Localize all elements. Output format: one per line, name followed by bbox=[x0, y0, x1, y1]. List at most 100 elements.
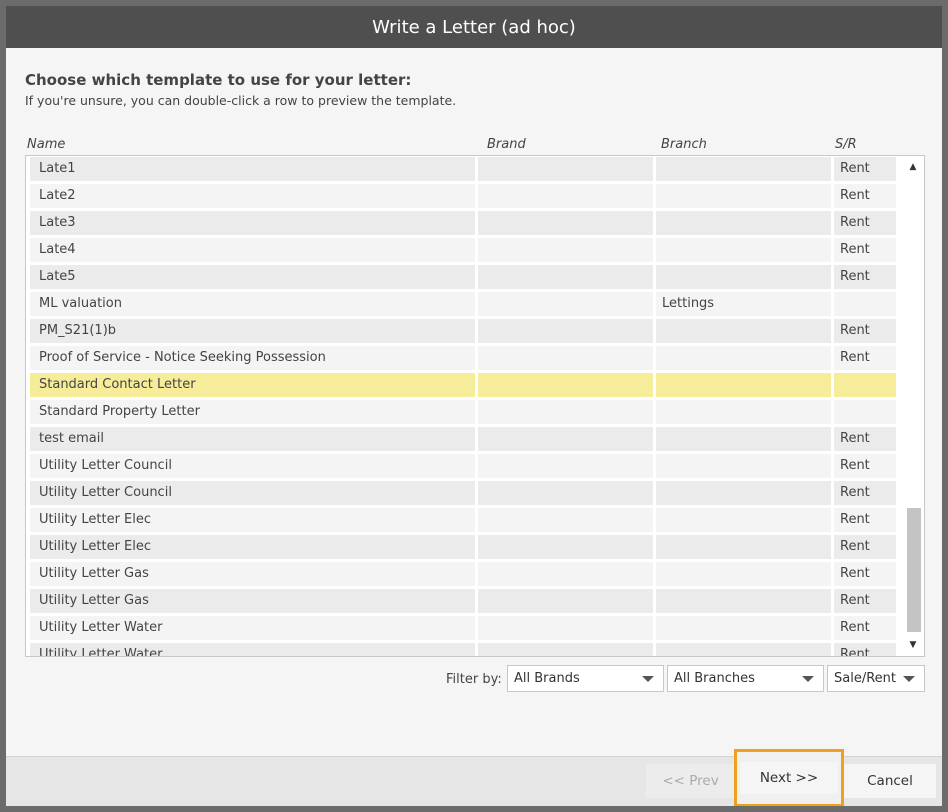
cell-name: Utility Letter Elec bbox=[30, 508, 475, 532]
cell-name: Utility Letter Council bbox=[30, 481, 475, 505]
cell-branch bbox=[656, 211, 831, 235]
cell-sr: Rent bbox=[834, 616, 896, 640]
cell-sr: Rent bbox=[834, 184, 896, 208]
cell-branch bbox=[656, 589, 831, 613]
column-header-name[interactable]: Name bbox=[27, 137, 65, 152]
cell-sr: Rent bbox=[834, 643, 896, 656]
cell-brand bbox=[478, 157, 653, 181]
cell-name: Proof of Service - Notice Seeking Posses… bbox=[30, 346, 475, 370]
table-row[interactable]: Utility Letter Council Rent bbox=[26, 480, 903, 507]
cell-name: Utility Letter Council bbox=[30, 454, 475, 478]
brand-filter-select[interactable]: All Brands bbox=[507, 665, 664, 692]
chevron-down-icon bbox=[802, 676, 814, 682]
cancel-button[interactable]: Cancel bbox=[844, 764, 936, 798]
cell-branch: Lettings bbox=[656, 292, 831, 316]
instruction-subheading: If you're unsure, you can double-click a… bbox=[25, 93, 457, 108]
scroll-up-icon[interactable]: ▲ bbox=[902, 156, 924, 178]
prev-button[interactable]: << Prev bbox=[646, 764, 735, 798]
filter-label: Filter by: bbox=[446, 672, 502, 687]
cell-branch bbox=[656, 238, 831, 262]
cell-brand bbox=[478, 184, 653, 208]
cell-name: Utility Letter Elec bbox=[30, 535, 475, 559]
cell-sr: Rent bbox=[834, 589, 896, 613]
branch-filter-value: All Branches bbox=[674, 671, 755, 686]
table-row[interactable]: Proof of Service - Notice Seeking Posses… bbox=[26, 345, 903, 372]
cell-branch bbox=[656, 346, 831, 370]
sale-rent-filter-value: Sale/Rent bbox=[834, 671, 896, 686]
scroll-down-icon[interactable]: ▼ bbox=[902, 634, 924, 656]
cell-branch bbox=[656, 481, 831, 505]
column-header-sr[interactable]: S/R bbox=[835, 137, 857, 152]
cell-brand bbox=[478, 211, 653, 235]
table-row[interactable]: Late2 Rent bbox=[26, 183, 903, 210]
cell-branch bbox=[656, 157, 831, 181]
table-row[interactable]: Standard Property Letter bbox=[26, 399, 903, 426]
cell-name: Standard Contact Letter bbox=[30, 373, 475, 397]
cell-brand bbox=[478, 616, 653, 640]
cell-branch bbox=[656, 265, 831, 289]
column-header-branch[interactable]: Branch bbox=[661, 137, 707, 152]
next-button-label: Next >> bbox=[739, 762, 839, 794]
table-row[interactable]: Late3 Rent bbox=[26, 210, 903, 237]
chevron-down-icon bbox=[903, 676, 915, 682]
cell-sr bbox=[834, 292, 896, 316]
cell-name: Utility Letter Gas bbox=[30, 589, 475, 613]
scroll-thumb[interactable] bbox=[907, 508, 921, 632]
cell-branch bbox=[656, 616, 831, 640]
cell-brand bbox=[478, 589, 653, 613]
sale-rent-filter-select[interactable]: Sale/Rent bbox=[827, 665, 925, 692]
table-row[interactable]: Utility Letter Elec Rent bbox=[26, 507, 903, 534]
cell-sr: Rent bbox=[834, 454, 896, 478]
table-row[interactable]: Utility Letter Gas Rent bbox=[26, 588, 903, 615]
cell-name: Standard Property Letter bbox=[30, 400, 475, 424]
table-row[interactable]: Utility Letter Elec Rent bbox=[26, 534, 903, 561]
template-rows: Late1 Rent Late2 Rent Late3 Rent Late4 Rent Late… bbox=[26, 156, 903, 656]
column-header-brand[interactable]: Brand bbox=[487, 137, 526, 152]
dialog-title: Write a Letter (ad hoc) bbox=[6, 6, 942, 48]
branch-filter-select[interactable]: All Branches bbox=[667, 665, 824, 692]
vertical-scrollbar[interactable]: ▲ ▼ bbox=[902, 156, 924, 656]
cell-brand bbox=[478, 373, 653, 397]
cell-branch bbox=[656, 562, 831, 586]
table-row[interactable]: Late1 Rent bbox=[26, 156, 903, 183]
cell-branch bbox=[656, 400, 831, 424]
cell-branch bbox=[656, 184, 831, 208]
cell-brand bbox=[478, 400, 653, 424]
cell-brand bbox=[478, 319, 653, 343]
cell-name: Late2 bbox=[30, 184, 475, 208]
cell-sr: Rent bbox=[834, 211, 896, 235]
table-row[interactable]: Utility Letter Water Rent bbox=[26, 642, 903, 656]
table-row[interactable]: test email Rent bbox=[26, 426, 903, 453]
cell-brand bbox=[478, 481, 653, 505]
cell-sr: Rent bbox=[834, 535, 896, 559]
cell-name: ML valuation bbox=[30, 292, 475, 316]
cell-sr: Rent bbox=[834, 319, 896, 343]
cell-sr: Rent bbox=[834, 157, 896, 181]
cell-sr: Rent bbox=[834, 481, 896, 505]
table-row[interactable]: Late4 Rent bbox=[26, 237, 903, 264]
cell-brand bbox=[478, 238, 653, 262]
table-row[interactable]: ML valuation Lettings bbox=[26, 291, 903, 318]
cell-name: Late4 bbox=[30, 238, 475, 262]
table-row[interactable]: Utility Letter Water Rent bbox=[26, 615, 903, 642]
cell-name: Late1 bbox=[30, 157, 475, 181]
instruction-heading: Choose which template to use for your le… bbox=[25, 71, 412, 89]
cell-brand bbox=[478, 265, 653, 289]
cell-name: PM_S21(1)b bbox=[30, 319, 475, 343]
cell-sr: Rent bbox=[834, 508, 896, 532]
cell-brand bbox=[478, 292, 653, 316]
cell-name: Late5 bbox=[30, 265, 475, 289]
table-row[interactable]: Utility Letter Council Rent bbox=[26, 453, 903, 480]
cell-branch bbox=[656, 643, 831, 656]
next-button[interactable]: Next >> bbox=[734, 749, 844, 806]
table-row[interactable]: Utility Letter Gas Rent bbox=[26, 561, 903, 588]
cell-brand bbox=[478, 562, 653, 586]
cell-branch bbox=[656, 508, 831, 532]
cell-sr bbox=[834, 400, 896, 424]
cell-branch bbox=[656, 373, 831, 397]
table-row[interactable]: Late5 Rent bbox=[26, 264, 903, 291]
table-row[interactable]: PM_S21(1)b Rent bbox=[26, 318, 903, 345]
cell-sr: Rent bbox=[834, 265, 896, 289]
cell-branch bbox=[656, 535, 831, 559]
table-row[interactable]: Standard Contact Letter bbox=[26, 372, 903, 399]
